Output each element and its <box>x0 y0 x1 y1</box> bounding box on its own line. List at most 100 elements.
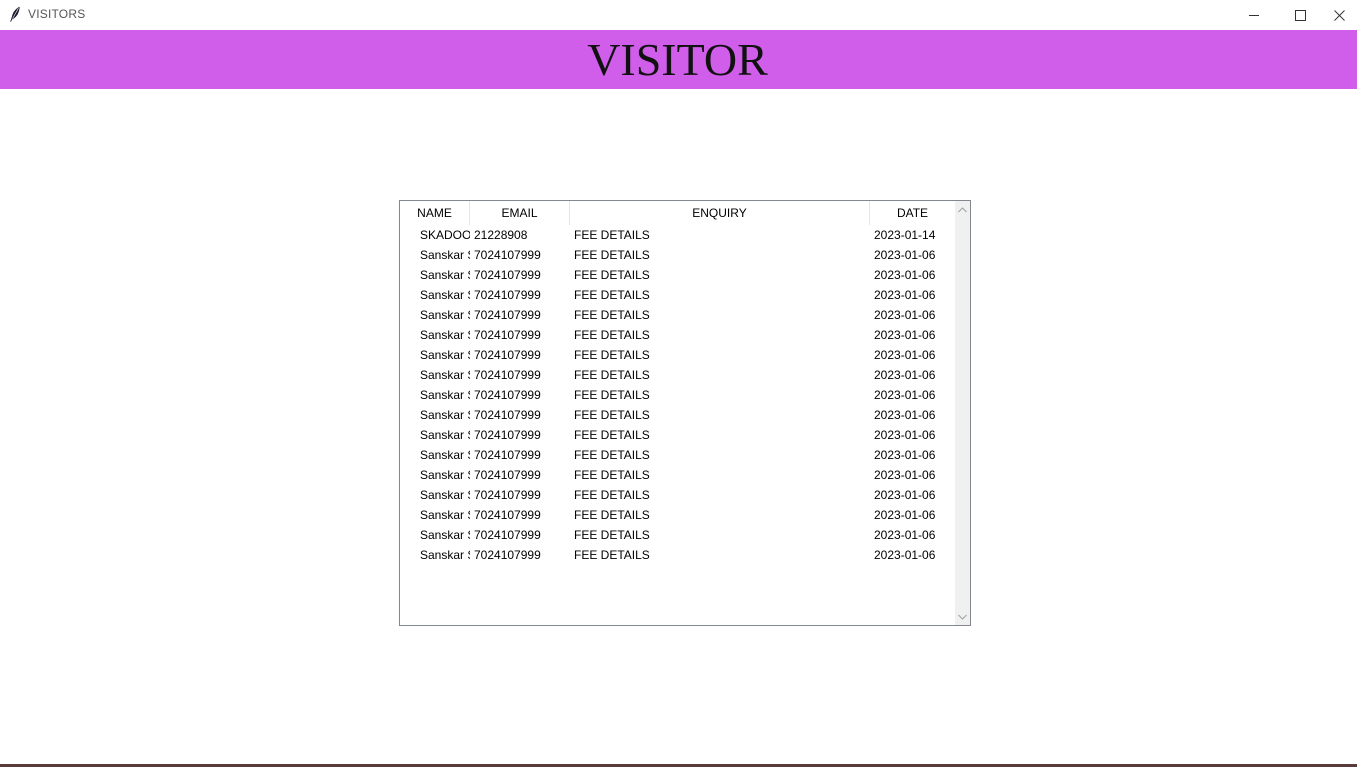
cell-email: 7024107999 <box>474 348 541 362</box>
cell-enquiry: FEE DETAILS <box>574 508 650 522</box>
cell-date: 2023-01-06 <box>874 268 936 282</box>
cell-enquiry: FEE DETAILS <box>574 448 650 462</box>
cell-date: 2023-01-06 <box>874 468 936 482</box>
cell-name: Sanskar Sharma <box>420 388 470 402</box>
cell-date: 2023-01-06 <box>874 528 936 542</box>
cell-date: 2023-01-06 <box>874 248 936 262</box>
cell-name: Sanskar Sharma <box>420 428 470 442</box>
table-row[interactable]: Sanskar Sharma 7024107999 FEE DETAILS 2023-… <box>400 345 955 365</box>
cell-date: 2023-01-06 <box>874 308 936 322</box>
cell-name: Sanskar Sharma <box>420 548 470 562</box>
table-row[interactable]: SKADOOSH 21228908 FEE DETAILS 2023-01-14 <box>400 225 955 245</box>
table-header: NAME EMAIL ENQUIRY DATE <box>400 201 955 225</box>
cell-email: 7024107999 <box>474 328 541 342</box>
table-row[interactable]: Sanskar Sharma 7024107999 FEE DETAILS 2023-… <box>400 405 955 425</box>
table-body: SKADOOSH 21228908 FEE DETAILS 2023-01-14 San… <box>400 225 955 565</box>
column-header-date[interactable]: DATE <box>870 201 955 225</box>
table-row[interactable]: Sanskar Sharma 7024107999 FEE DETAILS 2023-… <box>400 365 955 385</box>
table-row[interactable]: Sanskar Sharma 7024107999 FEE DETAILS 2023-… <box>400 545 955 565</box>
cell-email: 7024107999 <box>474 408 541 422</box>
cell-email: 7024107999 <box>474 528 541 542</box>
cell-date: 2023-01-06 <box>874 548 936 562</box>
table-row[interactable]: Sanskar Sharma 7024107999 FEE DETAILS 2023-… <box>400 245 955 265</box>
cell-date: 2023-01-06 <box>874 508 936 522</box>
cell-enquiry: FEE DETAILS <box>574 428 650 442</box>
cell-enquiry: FEE DETAILS <box>574 468 650 482</box>
window-title: VISITORS <box>28 7 86 21</box>
cell-enquiry: FEE DETAILS <box>574 408 650 422</box>
cell-email: 7024107999 <box>474 508 541 522</box>
app-window: VISITORS VISITOR NAME EMAIL ENQUIRY DATE <box>0 0 1357 767</box>
cell-name: Sanskar Sharma <box>420 468 470 482</box>
cell-name: Sanskar Sharma <box>420 288 470 302</box>
vertical-scrollbar[interactable] <box>955 201 970 625</box>
cell-enquiry: FEE DETAILS <box>574 328 650 342</box>
cell-enquiry: FEE DETAILS <box>574 548 650 562</box>
cell-email: 7024107999 <box>474 428 541 442</box>
chevron-down-icon <box>958 614 967 620</box>
visitors-table[interactable]: NAME EMAIL ENQUIRY DATE SKADOOSH 21228908… <box>399 200 971 626</box>
title-bar[interactable]: VISITORS <box>0 0 1357 30</box>
cell-name: Sanskar Sharma <box>420 508 470 522</box>
maximize-button[interactable] <box>1277 0 1323 30</box>
cell-enquiry: FEE DETAILS <box>574 388 650 402</box>
cell-enquiry: FEE DETAILS <box>574 488 650 502</box>
cell-name: Sanskar Sharma <box>420 528 470 542</box>
cell-name: Sanskar Sharma <box>420 408 470 422</box>
cell-date: 2023-01-06 <box>874 348 936 362</box>
column-header-enquiry[interactable]: ENQUIRY <box>570 201 870 225</box>
cell-date: 2023-01-06 <box>874 448 936 462</box>
cell-email: 7024107999 <box>474 468 541 482</box>
feather-icon <box>9 6 21 22</box>
scroll-up-button[interactable] <box>955 201 970 218</box>
cell-enquiry: FEE DETAILS <box>574 348 650 362</box>
close-button[interactable] <box>1322 0 1357 30</box>
cell-enquiry: FEE DETAILS <box>574 288 650 302</box>
cell-enquiry: FEE DETAILS <box>574 268 650 282</box>
cell-email: 7024107999 <box>474 368 541 382</box>
cell-name: Sanskar Sharma <box>420 368 470 382</box>
scroll-down-button[interactable] <box>955 608 970 625</box>
cell-name: Sanskar Sharma <box>420 308 470 322</box>
close-icon <box>1334 9 1345 21</box>
cell-enquiry: FEE DETAILS <box>574 308 650 322</box>
table-row[interactable]: Sanskar Sharma 7024107999 FEE DETAILS 2023-… <box>400 525 955 545</box>
table-row[interactable]: Sanskar Sharma 7024107999 FEE DETAILS 2023-… <box>400 325 955 345</box>
cell-enquiry: FEE DETAILS <box>574 528 650 542</box>
cell-date: 2023-01-06 <box>874 328 936 342</box>
table-row[interactable]: Sanskar Sharma 7024107999 FEE DETAILS 2023-… <box>400 265 955 285</box>
column-header-name[interactable]: NAME <box>400 201 470 225</box>
cell-email: 7024107999 <box>474 548 541 562</box>
table-row[interactable]: Sanskar Sharma 7024107999 FEE DETAILS 2023-… <box>400 445 955 465</box>
cell-enquiry: FEE DETAILS <box>574 368 650 382</box>
minimize-button[interactable] <box>1231 0 1277 30</box>
cell-date: 2023-01-06 <box>874 408 936 422</box>
table-row[interactable]: Sanskar Sharma 7024107999 FEE DETAILS 2023-… <box>400 385 955 405</box>
cell-email: 7024107999 <box>474 288 541 302</box>
table-row[interactable]: Sanskar Sharma 7024107999 FEE DETAILS 2023-… <box>400 485 955 505</box>
cell-email: 7024107999 <box>474 488 541 502</box>
cell-email: 7024107999 <box>474 388 541 402</box>
cell-email: 7024107999 <box>474 448 541 462</box>
table-row[interactable]: Sanskar Sharma 7024107999 FEE DETAILS 2023-… <box>400 285 955 305</box>
table-row[interactable]: Sanskar Sharma 7024107999 FEE DETAILS 2023-… <box>400 465 955 485</box>
chevron-up-icon <box>958 206 967 212</box>
cell-date: 2023-01-06 <box>874 388 936 402</box>
column-header-email[interactable]: EMAIL <box>470 201 570 225</box>
cell-name: Sanskar Sharma <box>420 488 470 502</box>
cell-email: 7024107999 <box>474 308 541 322</box>
cell-enquiry: FEE DETAILS <box>574 228 650 242</box>
cell-name: Sanskar Sharma <box>420 268 470 282</box>
table-row[interactable]: Sanskar Sharma 7024107999 FEE DETAILS 2023-… <box>400 425 955 445</box>
minimize-icon <box>1249 15 1259 16</box>
cell-name: Sanskar Sharma <box>420 248 470 262</box>
cell-date: 2023-01-06 <box>874 288 936 302</box>
page-title: VISITOR <box>587 34 768 85</box>
cell-email: 7024107999 <box>474 248 541 262</box>
cell-name: Sanskar Sharma <box>420 348 470 362</box>
cell-name: Sanskar Sharma <box>420 448 470 462</box>
table-row[interactable]: Sanskar Sharma 7024107999 FEE DETAILS 2023-… <box>400 305 955 325</box>
cell-date: 2023-01-06 <box>874 428 936 442</box>
cell-date: 2023-01-06 <box>874 368 936 382</box>
table-row[interactable]: Sanskar Sharma 7024107999 FEE DETAILS 2023-… <box>400 505 955 525</box>
